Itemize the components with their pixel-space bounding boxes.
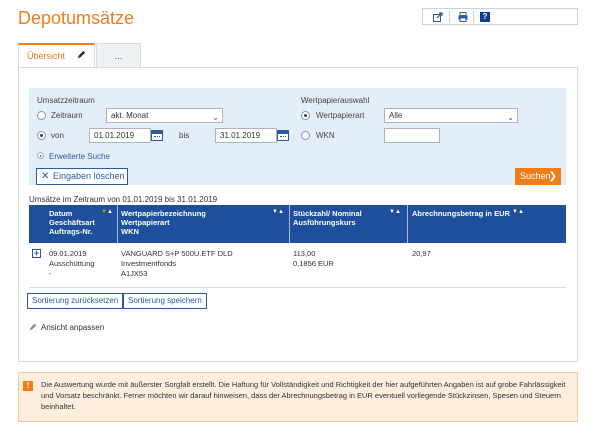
period-section-title: Umsatzzeitraum [37,96,95,105]
calendar-icon[interactable] [277,130,289,141]
search-button[interactable]: Suchen ❯ [515,168,561,185]
cell-quantity: 113,00 0,1856 EUR [293,249,334,269]
warning-icon: ! [23,381,33,391]
table-header: Datum Geschäftsart Auftrags-Nr. ▼▲ Wertp… [29,205,566,243]
cell-security: VANGUARD S+P 500U.ETF DLD Investmentfond… [121,249,233,279]
column-header-line: Geschäftsart [49,218,95,227]
tab-more[interactable]: ... [96,43,141,68]
radio-wertpapierart-label: Wertpapierart [316,111,365,120]
cell-kind-value: Investmentfonds [121,259,177,268]
pencil-icon[interactable] [77,50,86,59]
column-header-date[interactable]: Datum Geschäftsart Auftrags-Nr. [49,209,95,236]
cell-date: 09.01.2019 Ausschüttung - [49,249,94,279]
sort-icon[interactable]: ▼▲ [101,209,113,215]
bis-date-field[interactable]: 31.01.2019 [215,128,277,143]
radio-von-label: von [51,131,64,140]
chevron-right-icon: ❯ [548,171,557,182]
radio-wertpapierart[interactable] [301,111,310,120]
bis-date-value: 31.01.2019 [220,131,261,140]
results-period-text: Umsätze im Zeitraum von 01.01.2019 bis 3… [29,195,218,204]
security-section-title: Wertpapierauswahl [301,96,370,105]
chevron-down-icon: ⌄ [507,113,514,122]
column-header-quantity[interactable]: Stückzahl/ Nominal Ausführungskurs [293,209,362,227]
clear-inputs-button[interactable]: ✕ Eingaben löschen [36,168,128,185]
help-icon[interactable]: ? [480,12,490,22]
column-header-line: Wertpapierart [121,218,170,227]
column-header-amount[interactable]: Abrechnungsbetrag in EUR [412,209,510,218]
cell-amount: 20,97 [412,249,431,259]
calendar-icon[interactable] [151,130,163,141]
zeitraum-select[interactable]: akt. Monat ⌄ [106,108,223,123]
expand-icon[interactable]: + [32,249,41,258]
radio-wkn-label: WKN [316,131,335,140]
cell-qty-value: 113,00 [293,249,316,258]
cell-wkn-value: A1JX53 [121,269,148,278]
cell-name-value: VANGUARD S+P 500U.ETF DLD [121,249,233,258]
export-icon[interactable] [433,12,443,22]
toolbar: ? [422,8,578,25]
column-header-line: WKN [121,227,139,236]
radio-zeitraum[interactable] [37,111,46,120]
tab-overview-label: Übersicht [27,51,66,61]
cell-order-value: - [49,269,52,278]
table-row: + 09.01.2019 Ausschüttung - VANGUARD S+P… [29,243,566,288]
cell-type-value: Ausschüttung [49,259,95,268]
clear-inputs-label: Eingaben löschen [53,171,125,181]
sort-icon[interactable]: ▼▲ [512,209,524,215]
close-icon: ✕ [41,171,50,182]
extended-search-link[interactable]: Erweiterte Suche [49,152,110,161]
overview-panel: Umsatzzeitraum Zeitraum akt. Monat ⌄ von… [18,67,578,362]
wkn-input[interactable] [384,128,440,143]
search-button-label: Suchen [520,171,551,181]
sort-icon[interactable]: ▼▲ [389,209,401,215]
chevron-right-icon[interactable] [37,152,44,159]
column-header-line: Auftrags-Nr. [49,227,93,236]
reset-sort-button[interactable]: Sortierung zurücksetzen [27,293,124,309]
column-header-line: Abrechnungsbetrag in EUR [412,209,510,218]
column-header-line: Wertpapierbezeichnung [121,209,206,218]
cell-date-value: 09.01.2019 [49,249,87,258]
zeitraum-select-value: akt. Monat [111,111,149,120]
search-form: Umsatzzeitraum Zeitraum akt. Monat ⌄ von… [29,88,566,185]
von-date-field[interactable]: 01.01.2019 [89,128,151,143]
page-title: Depotumsätze [18,8,135,28]
column-header-line: Ausführungskurs [293,218,356,227]
adjust-view-label: Ansicht anpassen [41,323,105,332]
disclaimer-notice: ! Die Auswertung wurde mit äußerster Sor… [18,372,578,422]
bis-label: bis [179,131,190,140]
printer-icon[interactable] [458,12,468,22]
chevron-down-icon: ⌄ [212,113,219,122]
von-date-value: 01.01.2019 [94,131,135,140]
adjust-view-link[interactable]: Ansicht anpassen [29,323,104,332]
radio-wkn[interactable] [301,131,310,140]
wertpapierart-select[interactable]: Alle ⌄ [384,108,518,123]
disclaimer-text: Die Auswertung wurde mit äußerster Sorgf… [41,380,566,411]
column-header-line: Stückzahl/ Nominal [293,209,362,218]
radio-zeitraum-label: Zeitraum [51,111,83,120]
sort-icon[interactable]: ▼▲ [272,209,284,215]
column-header-security[interactable]: Wertpapierbezeichnung Wertpapierart WKN [121,209,206,236]
save-sort-button[interactable]: Sortierung speichern [123,293,207,309]
cell-price-value: 0,1856 EUR [293,259,334,268]
wertpapierart-select-value: Alle [389,111,403,120]
pencil-icon [29,323,37,331]
cell-amount-value: 20,97 [412,249,431,258]
radio-von[interactable] [37,131,46,140]
column-header-line: Datum [49,209,73,218]
tab-overview[interactable]: Übersicht [18,43,95,68]
